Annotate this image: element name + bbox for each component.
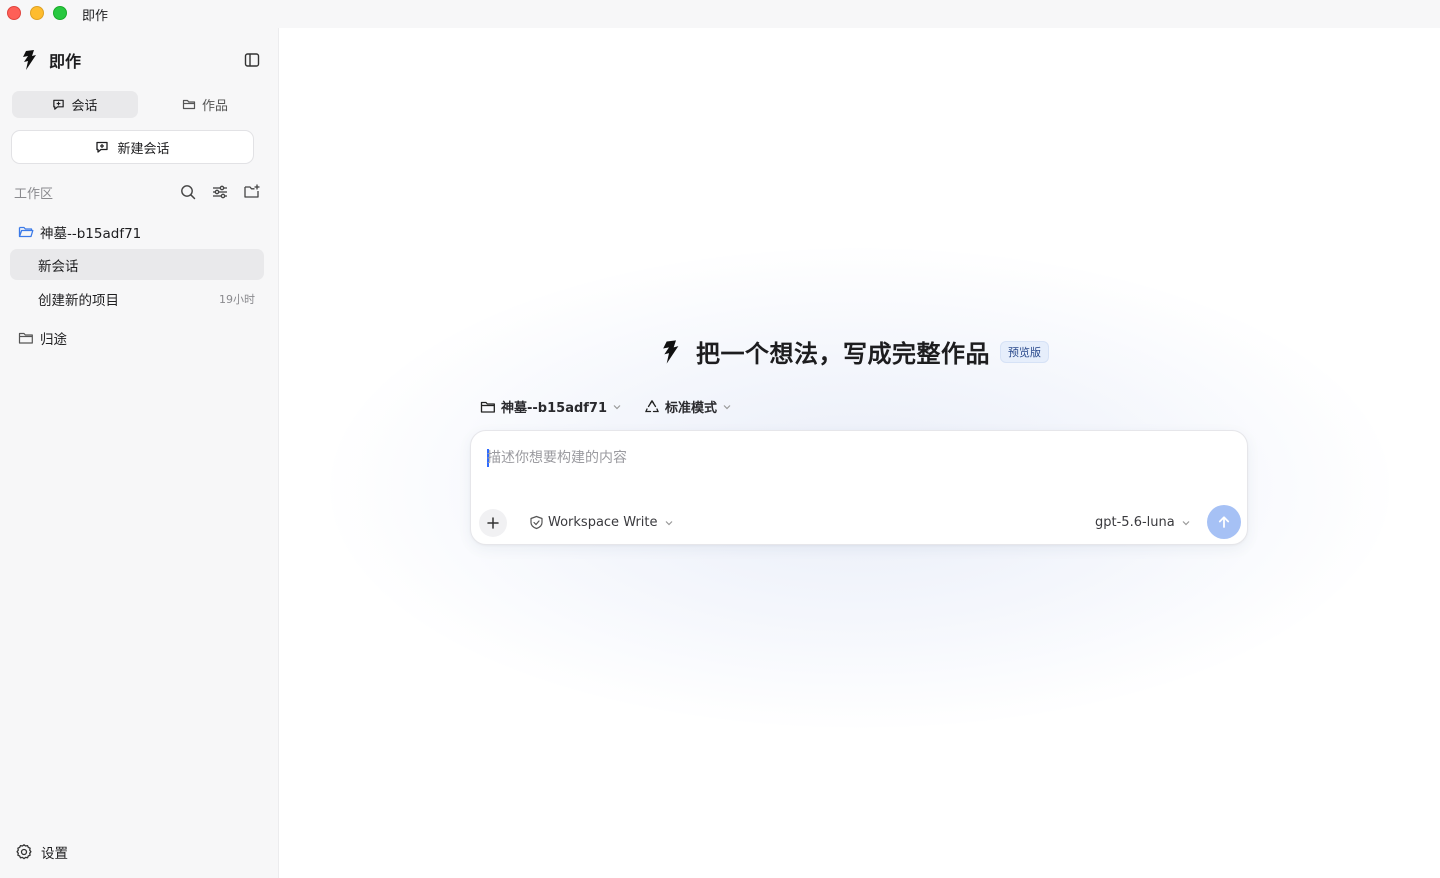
tab-works-label: 作品: [201, 99, 228, 114]
conversation-item[interactable]: 新会话: [10, 249, 264, 280]
project-folder-name: 神墓--b15adf71: [40, 226, 142, 242]
send-button[interactable]: [1207, 505, 1241, 539]
settings-label: 设置: [41, 846, 68, 862]
app-logo-icon: [663, 339, 679, 364]
settings-button[interactable]: 设置: [15, 842, 68, 862]
add-attachment-button[interactable]: [479, 509, 507, 537]
permission-label: Workspace Write: [548, 515, 658, 530]
window-title: 即作: [82, 9, 109, 24]
folder-open-icon: [18, 226, 34, 238]
new-chat-icon: [96, 141, 109, 153]
project-folder[interactable]: 归途: [18, 328, 67, 348]
sidebar-tabs: 会话 作品: [12, 91, 266, 118]
conversation-item[interactable]: 创建新的项目 19小时: [10, 283, 264, 314]
window-minimize-button[interactable]: [30, 6, 44, 20]
chat-icon: [53, 99, 65, 110]
title-bar: 即作: [0, 0, 1440, 28]
sidebar-toggle-icon[interactable]: [243, 51, 261, 69]
tab-works[interactable]: 作品: [142, 91, 268, 118]
mode-selector-label: 标准模式: [665, 401, 718, 416]
chevron-down-icon: [723, 404, 731, 409]
sidebar: 即作 会话 作品 新建会话 工作区 神墓--b15adf71 新会话 创建新的项…: [0, 28, 279, 878]
model-selector[interactable]: gpt-5.6-luna: [1095, 515, 1191, 530]
recycle-mode-icon: [645, 399, 659, 412]
arrow-up-icon: [1218, 516, 1230, 528]
shield-check-icon: [530, 515, 543, 530]
brand: 即作: [17, 48, 81, 72]
project-selector-label: 神墓--b15adf71: [501, 401, 608, 416]
project-folder[interactable]: 神墓--b15adf71: [18, 222, 141, 242]
chevron-down-icon: [1182, 520, 1190, 525]
folder-icon: [18, 332, 33, 344]
main-area: 把一个想法，写成完整作品 预览版 神墓--b15adf71 标准模式 描述你想要…: [280, 28, 1440, 878]
tab-chat-label: 会话: [71, 99, 98, 114]
search-icon[interactable]: [179, 183, 197, 201]
prompt-input[interactable]: [487, 445, 1227, 471]
context-selectors: 神墓--b15adf71 标准模式: [480, 397, 754, 416]
project-selector[interactable]: 神墓--b15adf71: [480, 397, 622, 416]
conversation-title: 创建新的项目: [38, 292, 119, 309]
model-label: gpt-5.6-luna: [1095, 515, 1175, 530]
hero-title: 把一个想法，写成完整作品: [696, 340, 990, 368]
chevron-down-icon: [665, 520, 672, 525]
workspace-header: 工作区: [14, 182, 264, 202]
window-close-button[interactable]: [7, 6, 21, 20]
permission-selector[interactable]: Workspace Write: [529, 515, 674, 530]
new-folder-icon[interactable]: [243, 183, 261, 201]
folder-icon: [182, 99, 196, 110]
project-folder-name: 归途: [40, 332, 67, 348]
plus-icon: [487, 517, 499, 529]
new-chat-label: 新建会话: [117, 141, 170, 157]
new-chat-button[interactable]: 新建会话: [11, 130, 254, 164]
window-maximize-button[interactable]: [53, 6, 67, 20]
tab-chat[interactable]: 会话: [12, 91, 138, 118]
gear-icon: [16, 844, 32, 860]
hero: 把一个想法，写成完整作品 预览版: [656, 334, 1049, 369]
preview-badge: 预览版: [1000, 340, 1049, 363]
app-logo-icon: [23, 50, 36, 70]
prompt-composer: Workspace Write gpt-5.6-luna: [470, 430, 1248, 545]
conversation-title: 新会话: [38, 258, 79, 275]
conversation-time: 19小时: [219, 292, 255, 306]
workspace-label: 工作区: [14, 187, 54, 202]
chevron-down-icon: [613, 404, 621, 409]
folder-icon: [480, 401, 495, 413]
mode-selector[interactable]: 标准模式: [644, 397, 732, 416]
filter-sliders-icon[interactable]: [211, 183, 229, 201]
brand-name: 即作: [49, 52, 82, 71]
